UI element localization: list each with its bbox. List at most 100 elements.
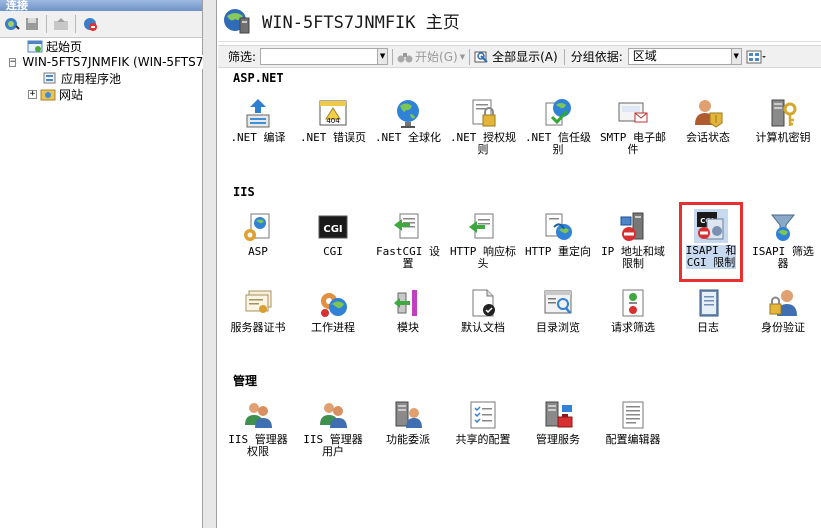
feature-cgi[interactable]: CGI CGI [295, 210, 371, 284]
expand-expander[interactable]: + [28, 89, 37, 99]
group-by-select[interactable]: 区域 [627, 48, 732, 65]
show-all-icon [474, 51, 488, 63]
cgi-icon: CGI [316, 210, 350, 244]
feature-label: 模块 [397, 321, 419, 334]
tree-item-label: 网站 [59, 87, 84, 102]
view-mode-icon[interactable] [746, 50, 766, 64]
filter-toolbar: 筛选: ▼ 开始(G) ▼ 全部显示(A) 分组依据: 区域 ▼ [218, 45, 821, 68]
fastcgi-icon [391, 210, 425, 244]
feature-fastcgi[interactable]: FastCGI 设 置 [370, 210, 446, 284]
feature-label: 计算机密钥 [755, 131, 811, 144]
connect-icon[interactable] [3, 15, 21, 33]
feature-label: 管理服务 [536, 433, 580, 446]
feature-label: IIS 管理器 用户 [303, 433, 363, 458]
feature-label: .NET 全球化 [374, 131, 442, 144]
feature-label: 功能委派 [386, 433, 430, 446]
feature-label: 身份验证 [761, 321, 805, 334]
feature-delegation[interactable]: 功能委派 [370, 398, 446, 472]
feature-trust-levels[interactable]: .NET 信任级 别 [520, 96, 596, 170]
up-folder-icon[interactable] [52, 15, 70, 33]
feature-isapi-filters[interactable]: ISAPI 筛选 器 [745, 210, 821, 284]
feature-globalization[interactable]: .NET 全球化 [370, 96, 446, 170]
start-filter-button[interactable]: 开始(G) [413, 48, 460, 65]
feature-server-certificates[interactable]: 服务器证书 [220, 286, 296, 360]
tree-item-server[interactable]: − WIN-5FTS7JNMFIK (WIN-5FTS7 [0, 54, 204, 70]
pane-splitter[interactable] [203, 0, 217, 528]
start-dropdown-icon[interactable]: ▼ [460, 53, 465, 61]
tree-item-label: 应用程序池 [61, 71, 122, 86]
feature-management-service[interactable]: 管理服务 [520, 398, 596, 472]
feature-smtp-email[interactable]: SMTP 电子邮 件 [595, 96, 671, 170]
save-icon[interactable] [23, 15, 41, 33]
feature-label: 配置编辑器 [605, 433, 661, 446]
feature-label: ISAPI 筛选 器 [752, 245, 814, 270]
feature-session-state[interactable]: 会话状态 [670, 96, 746, 170]
feature-label: .NET 编译 [230, 131, 286, 144]
feature-ip-restrictions[interactable]: IP 地址和域 限制 [595, 210, 671, 284]
config-editor-icon [616, 398, 650, 432]
toolbar-separator [469, 48, 471, 65]
feature-request-filtering[interactable]: 请求筛选 [595, 286, 671, 360]
tree-item-start-page[interactable]: 起始页 [0, 38, 203, 54]
svg-text:CGI: CGI [323, 224, 342, 235]
show-all-button[interactable]: 全部显示(A) [490, 48, 560, 65]
page-header: WIN-5FTS7JNMFIK 主页 [218, 0, 821, 42]
feature-authorization-rules[interactable]: .NET 授权规 则 [445, 96, 521, 170]
feature-label: ASP [248, 245, 268, 258]
filter-input[interactable] [260, 48, 379, 65]
dir-browse-icon [541, 286, 575, 320]
mgmt-service-icon [541, 398, 575, 432]
modules-icon [391, 286, 425, 320]
toolbar-separator [392, 48, 394, 65]
feature-label: .NET 错误页 [299, 131, 367, 144]
feature-iis-manager-users[interactable]: IIS 管理器 用户 [295, 398, 371, 472]
mgr-perm-icon [241, 398, 275, 432]
feature-net-compile[interactable]: .NET 编译 [220, 96, 296, 170]
feature-directory-browsing[interactable]: 目录浏览 [520, 286, 596, 360]
feature-label: 日志 [697, 321, 719, 334]
isapi-filter-icon [766, 210, 800, 244]
features-pane: WIN-5FTS7JNMFIK 主页 筛选: ▼ 开始(G) ▼ 全部显示(A)… [218, 0, 821, 528]
feature-http-redirect[interactable]: HTTP 重定向 [520, 210, 596, 284]
email-icon [616, 96, 650, 130]
feature-asp[interactable]: ASP [220, 210, 296, 284]
feature-label: FastCGI 设 置 [376, 245, 440, 270]
feature-default-document[interactable]: 默认文档 [445, 286, 521, 360]
group-title-management: 管理 [233, 374, 258, 388]
feature-label: CGI [323, 245, 343, 258]
feature-machine-key[interactable]: 计算机密钥 [745, 96, 821, 170]
feature-configuration-editor[interactable]: 配置编辑器 [595, 398, 671, 472]
features-view: ASP.NET .NET 编译 404 .NET 错误页 .NET 全球化 .N… [218, 68, 821, 528]
server-home-icon [224, 8, 250, 33]
tree-item-app-pools[interactable]: 应用程序池 [0, 70, 203, 86]
binoculars-icon [397, 52, 413, 62]
asp-icon [241, 210, 275, 244]
worker-process-icon [316, 286, 350, 320]
feature-error-pages[interactable]: 404 .NET 错误页 [295, 96, 371, 170]
feature-label: .NET 信任级 别 [524, 131, 592, 156]
disconnect-icon[interactable] [81, 15, 99, 33]
feature-http-headers[interactable]: HTTP 响应标 头 [445, 210, 521, 284]
collapse-expander[interactable]: − [9, 57, 17, 67]
ip-restrict-icon [616, 210, 650, 244]
globe-icon [391, 96, 425, 130]
http-headers-icon [466, 210, 500, 244]
feature-modules[interactable]: 模块 [370, 286, 446, 360]
feature-label: 工作进程 [311, 321, 355, 334]
session-icon [691, 96, 725, 130]
feature-isapi-cgi-restrictions[interactable]: CGI ISAPI 和 CGI 限制 [679, 202, 743, 282]
group-by-dropdown-button[interactable]: ▼ [731, 48, 742, 65]
feature-iis-manager-permissions[interactable]: IIS 管理器 权限 [220, 398, 296, 472]
isapi-cgi-icon: CGI [694, 209, 728, 243]
filter-dropdown-button[interactable]: ▼ [378, 48, 389, 65]
feature-logging[interactable]: 日志 [670, 286, 746, 360]
feature-label: 目录浏览 [536, 321, 580, 334]
feature-authentication[interactable]: 身份验证 [745, 286, 821, 360]
feature-label: IIS 管理器 权限 [228, 433, 288, 458]
tree-item-sites[interactable]: + 网站 [0, 86, 203, 102]
feature-shared-configuration[interactable]: 共享的配置 [445, 398, 521, 472]
auth-icon [766, 286, 800, 320]
feature-label: 共享的配置 [455, 433, 511, 446]
feature-label: HTTP 响应标 头 [449, 245, 517, 270]
feature-worker-processes[interactable]: 工作进程 [295, 286, 371, 360]
